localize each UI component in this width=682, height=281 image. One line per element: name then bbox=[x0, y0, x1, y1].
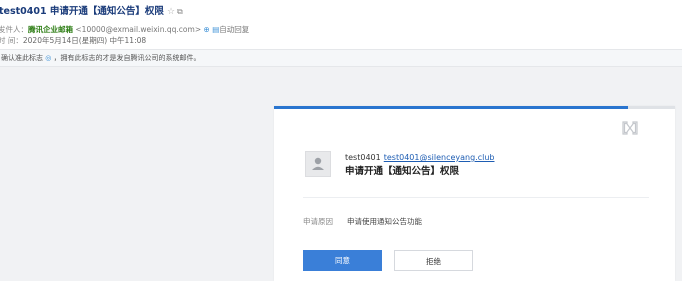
requester-email-link[interactable]: test0401@silenceyang.club bbox=[384, 153, 495, 162]
notice-suffix: ，拥有此标志的才是发自腾讯公司的系统邮件。 bbox=[53, 54, 201, 62]
sender-name[interactable]: 腾讯企业邮箱 bbox=[28, 25, 73, 34]
card-accent-bar bbox=[274, 106, 628, 109]
popout-icon[interactable]: ⧉ bbox=[177, 7, 183, 16]
mail-subject: test0401 申请开通【通知公告】权限 ☆ ⧉ bbox=[0, 3, 183, 17]
star-icon[interactable]: ☆ bbox=[167, 7, 175, 17]
request-title: 申请开通【通知公告】权限 bbox=[345, 166, 460, 177]
time-line: 时 间：2020年5月14日(星期四) 中午11:08 bbox=[0, 35, 146, 46]
time-label: 时 间： bbox=[0, 36, 23, 45]
approval-card: test0401 test0401@silenceyang.club 申请开通【通… bbox=[274, 106, 675, 281]
time-value: 2020年5月14日(星期四) 中午11:08 bbox=[22, 36, 147, 45]
divider bbox=[303, 197, 649, 198]
requester-id: test0401 bbox=[345, 153, 381, 162]
sender-address: <10000@exmail.weixin.qq.com> bbox=[75, 25, 202, 34]
add-contact-icon[interactable]: ⊕ bbox=[204, 25, 210, 34]
wework-logo-icon bbox=[622, 121, 638, 135]
reason-label: 申请原因 bbox=[303, 217, 333, 226]
mail-header: test0401 申请开通【通知公告】权限 ☆ ⧉ 发件人：腾讯企业邮箱 <1000… bbox=[0, 0, 682, 67]
user-icon bbox=[312, 157, 324, 170]
avatar bbox=[305, 151, 331, 177]
reason-value: 申请使用通知公告功能 bbox=[347, 217, 422, 226]
approve-button[interactable]: 同意 bbox=[303, 250, 382, 271]
reject-button[interactable]: 拒绝 bbox=[394, 250, 473, 271]
notice-prefix: 确认准此标志 bbox=[1, 54, 43, 62]
auto-reply-label[interactable]: 自动回复 bbox=[219, 25, 249, 34]
security-notice: 确认准此标志 ◎ ，拥有此标志的才是发自腾讯公司的系统邮件。 bbox=[0, 49, 682, 67]
subject-text: test0401 申请开通【通知公告】权限 bbox=[0, 6, 164, 17]
card-accent-bar-track bbox=[628, 106, 675, 109]
from-line: 发件人：腾讯企业邮箱 <10000@exmail.weixin.qq.com> … bbox=[0, 24, 249, 35]
requester-line: test0401 test0401@silenceyang.club bbox=[345, 153, 494, 162]
from-label: 发件人： bbox=[0, 25, 28, 34]
verified-badge-icon: ◎ bbox=[43, 54, 54, 62]
